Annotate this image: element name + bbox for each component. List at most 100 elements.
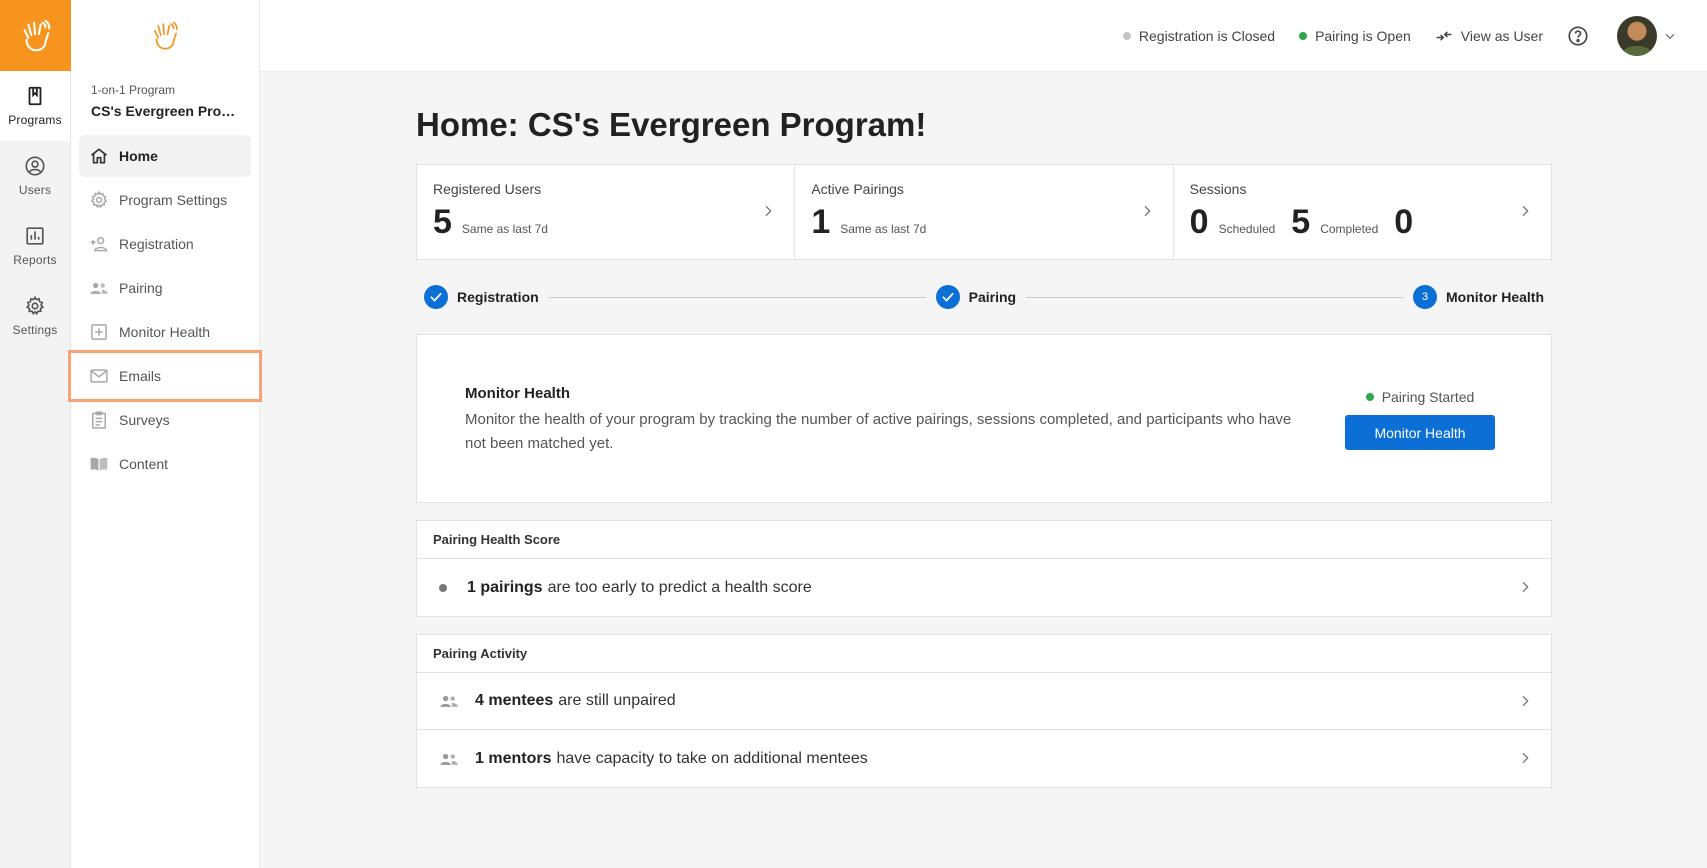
nav-item-registration[interactable]: Registration: [79, 223, 251, 265]
program-sidebar: 1-on-1 Program CS's Evergreen Program! H…: [68, 0, 262, 868]
pairing-activity-section: Pairing Activity 4 mentees are still unp…: [416, 634, 1552, 788]
home-icon: [90, 148, 108, 164]
icon-rail: Programs Users Reports Settings: [0, 0, 71, 868]
gear-icon: [90, 190, 108, 209]
nav-label: Emails: [119, 368, 162, 384]
people-icon: [440, 695, 458, 707]
rail-label: Programs: [8, 113, 62, 127]
mail-icon: [90, 369, 108, 383]
medical-plus-icon: [91, 324, 107, 340]
list-item[interactable]: 4 mentees are still unpaired: [417, 673, 1551, 730]
row-text: are still unpaired: [558, 692, 676, 709]
stat-label: Sessions: [1189, 181, 1247, 197]
step-pairing: Pairing: [935, 285, 1017, 309]
rail-item-users[interactable]: Users: [0, 141, 70, 211]
clipboard-icon: [92, 411, 106, 429]
status-dot-open: [1299, 31, 1308, 40]
stats-row: Registered Users 5 Same as last 7d Activ…: [416, 164, 1552, 260]
main-content: Home: CS's Evergreen Program! Registered…: [416, 72, 1552, 788]
stat-note: Same as last 7d: [461, 222, 548, 236]
nav-item-surveys[interactable]: Surveys: [79, 399, 251, 441]
top-header: Registration is Closed Pairing is Open V…: [260, 0, 1707, 72]
nav-item-home[interactable]: Home: [79, 135, 251, 177]
card-description: Monitor the health of your program by tr…: [465, 411, 1292, 452]
list-item[interactable]: 1 mentors have capacity to take on addit…: [417, 730, 1551, 787]
sessions-extra-value: 0: [1394, 203, 1414, 241]
step-connector: [1026, 296, 1403, 298]
nav-item-content[interactable]: Content: [79, 443, 251, 485]
stat-label: Active Pairings: [811, 181, 904, 197]
nav-item-monitor-health[interactable]: Monitor Health: [79, 311, 251, 353]
people-icon: [440, 753, 458, 765]
person-add-icon: [90, 237, 108, 252]
nav-item-emails[interactable]: Emails: [68, 350, 262, 402]
nav-label: Surveys: [119, 412, 170, 428]
chart-icon: [26, 227, 44, 245]
nav-item-pairing[interactable]: Pairing: [79, 267, 251, 309]
program-name: CS's Evergreen Program!: [91, 103, 241, 119]
step-registration: Registration: [424, 285, 539, 309]
status-dot-closed: [1122, 31, 1131, 40]
chevron-right-icon: [1522, 752, 1529, 764]
row-text: have capacity to take on additional ment…: [556, 749, 868, 767]
help-icon[interactable]: [1567, 25, 1589, 47]
rail-item-reports[interactable]: Reports: [0, 211, 70, 281]
step-label: Monitor Health: [1446, 289, 1544, 305]
chevron-right-icon: [1522, 695, 1529, 707]
stat-sessions[interactable]: Sessions 0 Scheduled 5 Completed 0: [1174, 165, 1551, 259]
book-icon: [28, 86, 42, 106]
status-dot-open: [1365, 393, 1374, 401]
page-title: Home: CS's Evergreen Program!: [416, 106, 927, 143]
nav-label: Registration: [119, 236, 194, 252]
nav-item-program-settings[interactable]: Program Settings: [79, 179, 251, 221]
step-monitor-health: 3 Monitor Health: [1413, 285, 1544, 309]
list-item[interactable]: 1 pairings are too early to predict a he…: [417, 559, 1551, 616]
registration-status-text: Registration is Closed: [1138, 27, 1276, 44]
step-label: Pairing: [968, 289, 1017, 305]
rail-label: Settings: [12, 323, 58, 337]
sessions-completed-value: 5: [1291, 203, 1311, 241]
check-icon: [935, 285, 960, 309]
pairing-started-text: Pairing Started: [1381, 389, 1475, 405]
view-as-user-label: View as User: [1460, 27, 1543, 44]
stat-active-pairings[interactable]: Active Pairings 1 Same as last 7d: [795, 165, 1174, 259]
step-connector: [548, 296, 926, 298]
monitor-health-card: Monitor Health Monitor the health of you…: [416, 334, 1552, 503]
open-book-icon: [90, 457, 108, 471]
user-circle-icon: [25, 156, 45, 176]
nav-label: Program Settings: [119, 192, 228, 208]
hand-wave-icon: [71, 0, 259, 71]
chevron-down-icon[interactable]: [1663, 29, 1677, 43]
pairing-started-status: Pairing Started: [1365, 389, 1475, 405]
section-title: Pairing Health Score: [417, 521, 1551, 559]
pairing-health-score-section: Pairing Health Score 1 pairings are too …: [416, 520, 1552, 617]
row-emphasis: 4 mentees: [475, 692, 554, 709]
stat-registered-users[interactable]: Registered Users 5 Same as last 7d: [417, 165, 796, 259]
gear-icon: [25, 295, 45, 316]
hand-logo-icon[interactable]: [0, 0, 71, 71]
monitor-health-button[interactable]: Monitor Health: [1345, 415, 1495, 450]
check-icon: [424, 285, 448, 309]
people-icon: [90, 282, 108, 294]
row-text: are too early to predict a health score: [547, 578, 812, 596]
rail-label: Users: [18, 183, 52, 197]
rail-item-programs[interactable]: Programs: [0, 71, 70, 141]
chevron-right-icon: [1144, 205, 1151, 217]
sessions-scheduled-value: 0: [1189, 203, 1209, 241]
rail-item-settings[interactable]: Settings: [0, 281, 70, 351]
view-as-user-button[interactable]: View as User: [1435, 27, 1543, 45]
section-title: Pairing Activity: [417, 635, 1551, 673]
stat-note: Same as last 7d: [840, 222, 927, 236]
progress-stepper: Registration Pairing 3 Monitor Health: [416, 284, 1552, 310]
step-number: 3: [1413, 285, 1437, 309]
nav-label: Content: [119, 456, 169, 472]
row-emphasis: 1 pairings: [467, 578, 543, 596]
pairing-status: Pairing is Open: [1299, 28, 1411, 44]
stat-value: 5: [433, 203, 452, 241]
rail-label: Reports: [13, 253, 57, 267]
avatar[interactable]: [1617, 15, 1657, 56]
program-type-label: 1-on-1 Program: [91, 83, 176, 97]
swap-icon: [1436, 31, 1452, 40]
nav-label: Monitor Health: [119, 324, 211, 340]
nav-label: Home: [119, 148, 158, 164]
